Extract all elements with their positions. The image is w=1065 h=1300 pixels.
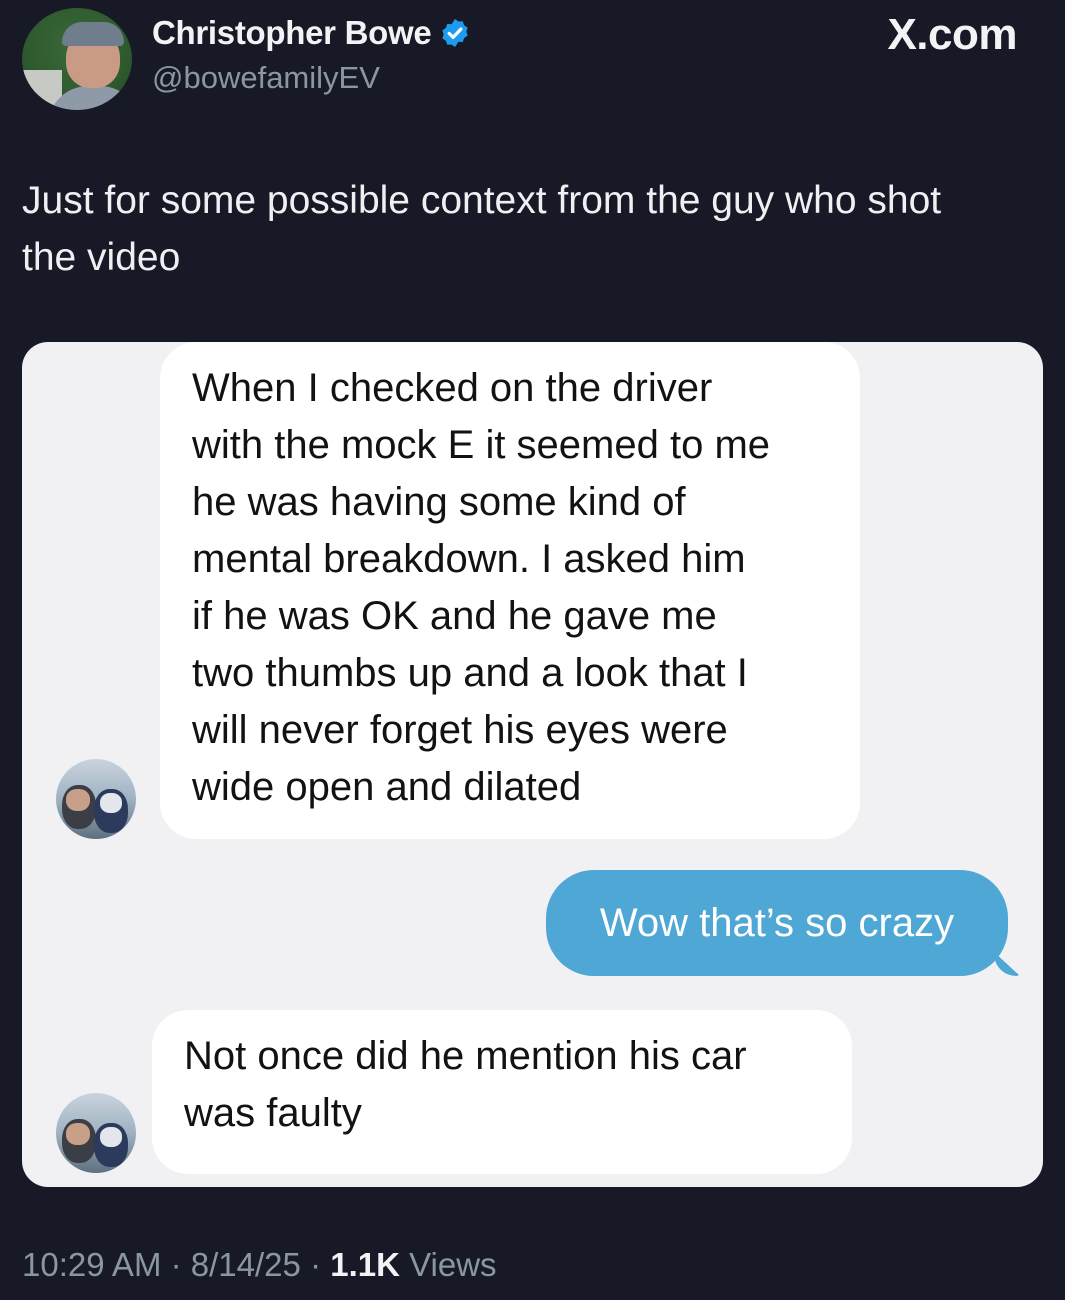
contact-avatar: [56, 759, 136, 839]
attached-chat-screenshot[interactable]: When I checked on the driver with the mo…: [22, 342, 1043, 1187]
message-text: Wow that’s so crazy: [599, 901, 955, 945]
incoming-message-bubble: Not once did he mention his car was faul…: [152, 1010, 852, 1174]
author-name[interactable]: Christopher Bowe: [152, 14, 432, 52]
message-line: wide open and dilated: [192, 765, 582, 809]
author-avatar[interactable]: [22, 8, 132, 110]
message-line: he was having some kind of: [192, 480, 686, 524]
message-line: Not once did he mention his car: [184, 1034, 747, 1078]
message-line: if he was OK and he gave me: [192, 594, 717, 638]
contact-avatar: [56, 1093, 136, 1173]
message-line: two thumbs up and a look that I: [192, 651, 748, 695]
bubble-tail: [994, 952, 1020, 976]
verified-badge-icon: [439, 17, 471, 49]
incoming-message-bubble: When I checked on the driver with the mo…: [160, 342, 860, 839]
tweet-time[interactable]: 10:29 AM: [22, 1246, 161, 1283]
tweet-date[interactable]: 8/14/25: [191, 1246, 301, 1283]
tweet-text-line: Just for some possible context from the …: [22, 179, 942, 222]
author-name-row[interactable]: Christopher Bowe: [152, 14, 471, 52]
tweet-text: Just for some possible context from the …: [22, 172, 1042, 286]
tweet-text-line: the video: [22, 236, 181, 279]
tweet-screenshot: Christopher Bowe @bowefamilyEV X.com Jus…: [0, 0, 1065, 1300]
author-handle[interactable]: @bowefamilyEV: [152, 60, 380, 96]
message-line: mental breakdown. I asked him: [192, 537, 746, 581]
views-label: Views: [409, 1246, 497, 1283]
message-line: was faulty: [184, 1091, 362, 1135]
separator-dot: ·: [170, 1246, 182, 1283]
brand-watermark: X.com: [887, 10, 1017, 59]
outgoing-message-bubble: Wow that’s so crazy: [546, 870, 1020, 976]
message-line: with the mock E it seemed to me: [192, 423, 771, 467]
avatar-cap: [62, 22, 124, 46]
views-count[interactable]: 1.1K: [330, 1246, 400, 1283]
tweet-metadata: 10:29 AM · 8/14/25 · 1.1K Views: [22, 1246, 497, 1284]
separator-dot: ·: [310, 1246, 322, 1283]
message-line: When I checked on the driver: [192, 366, 713, 410]
message-line: will never forget his eyes were: [192, 708, 728, 752]
